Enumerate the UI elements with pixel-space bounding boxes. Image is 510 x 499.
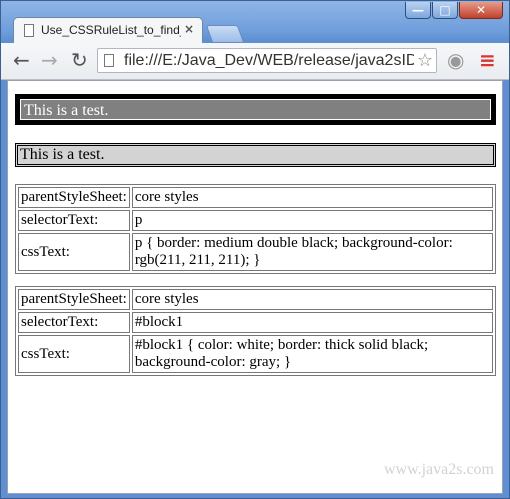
css-text-label: cssText: [18,335,130,373]
address-url[interactable]: file:///E:/Java_Dev/WEB/release/java2sID… [124,51,414,71]
window-caption-buttons: — □ ✕ [405,2,503,19]
block1-text: This is a test. [20,99,491,120]
watermark: www.java2s.com [383,461,494,478]
selector-text-label: selectorText: [18,210,130,231]
back-icon[interactable]: ← [13,50,30,70]
parent-stylesheet-value: core styles [131,187,493,208]
page-icon [104,54,114,67]
table-row: selectorText: p [18,210,493,231]
selector-text-value: #block1 [131,312,493,333]
browser-tab[interactable]: Use_CSSRuleList_to_find_c × [13,17,203,43]
selector-text-value: p [131,210,493,231]
close-window-button[interactable]: ✕ [459,2,503,19]
parent-stylesheet-label: parentStyleSheet: [18,289,130,310]
table-row: parentStyleSheet: core styles [18,289,493,310]
maximize-icon: □ [439,3,451,17]
tab-title: Use_CSSRuleList_to_find_c [41,23,181,37]
rule-table-2: parentStyleSheet: core styles selectorTe… [15,286,496,376]
css-text-value: #block1 { color: white; border: thick so… [131,335,493,373]
block2-paragraph: This is a test. [15,143,496,167]
menu-icon[interactable]: ≡ [479,50,496,70]
forward-icon[interactable]: → [41,50,58,70]
table-row: cssText: p { border: medium double black… [18,233,493,271]
table-row: selectorText: #block1 [18,312,493,333]
table-row: cssText: #block1 { color: white; border:… [18,335,493,373]
address-bar[interactable]: file:///E:/Java_Dev/WEB/release/java2sID… [97,48,437,73]
extension-icon[interactable]: ◉ [447,50,464,70]
rule-table-1: parentStyleSheet: core styles selectorTe… [15,184,496,274]
tab-close-icon[interactable]: × [184,22,194,36]
new-tab-button[interactable] [205,25,245,43]
browser-window: — □ ✕ Use_CSSRuleList_to_find_c × ← → ↻ … [0,0,510,499]
minimize-icon: — [412,3,424,17]
maximize-button[interactable]: □ [432,2,458,19]
browser-toolbar: ← → ↻ file:///E:/Java_Dev/WEB/release/ja… [1,43,509,80]
css-text-label: cssText: [18,233,130,271]
page-content: This is a test. This is a test. parentSt… [7,80,503,494]
parent-stylesheet-label: parentStyleSheet: [18,187,130,208]
selector-text-label: selectorText: [18,312,130,333]
bookmark-star-icon[interactable]: ☆ [417,50,433,71]
minimize-button[interactable]: — [405,2,431,19]
reload-icon[interactable]: ↻ [71,50,88,70]
close-icon: ✕ [475,3,487,17]
table-row: parentStyleSheet: core styles [18,187,493,208]
page-icon [24,24,34,37]
parent-stylesheet-value: core styles [131,289,493,310]
css-text-value: p { border: medium double black; backgro… [131,233,493,271]
block1-paragraph: This is a test. [15,94,496,125]
